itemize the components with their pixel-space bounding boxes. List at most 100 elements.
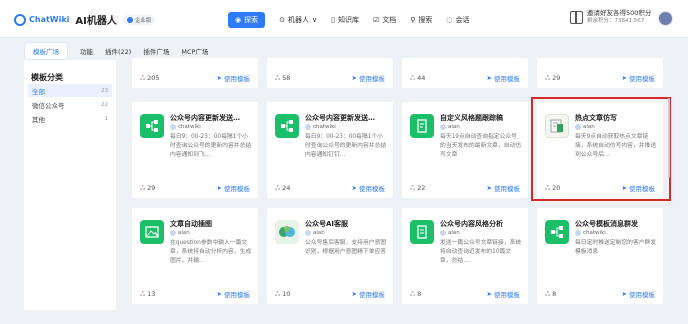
template-card[interactable]: 文章自动插图 alan 在question参数中输入一篇文章，系统将自动分析内容… xyxy=(132,208,258,304)
scrollbar[interactable] xyxy=(668,98,670,178)
use-template-button[interactable]: ➤ 使用模板 xyxy=(487,73,520,83)
tab-plugin-square[interactable]: 插件广场 xyxy=(143,46,169,56)
usage-count: ஃ 58 xyxy=(275,73,291,83)
usage-count: ஃ 13 xyxy=(140,289,156,299)
sidebar-title: 模板分类 xyxy=(31,73,63,82)
nav-knowledge[interactable]: ▯ 知识库 xyxy=(331,15,359,25)
send-icon: ➤ xyxy=(486,290,492,298)
avatar[interactable] xyxy=(658,11,673,26)
sidebar-item-count: 22 xyxy=(101,101,108,108)
send-icon: ➤ xyxy=(351,290,357,298)
template-card[interactable]: ஃ 44 ➤ 使用模板 xyxy=(402,58,528,88)
usage-count: ஃ 24 xyxy=(275,183,291,193)
template-card[interactable]: ஃ 205 ➤ 使用模板 xyxy=(132,58,258,88)
template-card[interactable]: 公众号AI客服 alan 公众号售后客服，支持用户意图识别，根据用户意图精下单应… xyxy=(267,208,393,304)
usage-count: ஃ 10 xyxy=(275,289,291,299)
badge-dot-icon xyxy=(126,16,133,23)
card-description: 每天19点自动查询指定公众号的当天发布的最新文章，自动仿写文章 xyxy=(440,134,522,158)
usage-count: ஃ 22 xyxy=(410,183,426,193)
card-author: alan xyxy=(440,124,460,130)
card-author: chatwiki xyxy=(305,124,336,130)
template-card[interactable]: 公众号内容风格分析 alan 发送一篇公众号文章链接，系统将自动查询近发布的10… xyxy=(402,208,528,304)
card-description: 每日9：00-23：00每隔1个小时查询公众号的更新内容并总结内容通知钉钉… xyxy=(305,134,387,158)
use-template-button[interactable]: ➤ 使用模板 xyxy=(217,289,250,299)
chatwiki-logo-icon xyxy=(14,13,26,26)
card-description: 每日9：00-23：00每隔1个小时查询公众号的更新内容并总结内容通知到飞… xyxy=(170,134,252,158)
badge-label: 企业版 xyxy=(134,17,152,24)
card-author: chatwiki xyxy=(170,124,201,130)
image-icon xyxy=(140,220,164,244)
invite-title: 邀请好友各得500积分 xyxy=(587,9,652,17)
card-title: 自定义风格题跟踪稿 xyxy=(440,114,503,122)
send-icon: ➤ xyxy=(216,184,222,192)
template-card[interactable]: ஃ 29 ➤ 使用模板 xyxy=(537,58,663,88)
template-card[interactable]: 自定义风格题跟踪稿 alan 每天19点自动查询指定公众号的当天发布的最新文章，… xyxy=(402,102,528,198)
use-template-button[interactable]: ➤ 使用模板 xyxy=(487,289,520,299)
compass-icon: ◉ xyxy=(235,16,242,24)
document-edit-icon xyxy=(410,114,434,138)
sidebar-item-count: 23 xyxy=(101,87,108,94)
template-card[interactable]: 公众号模板消息群发 chatwiki 每日定时推送定制您的客户群发模板消息 ஃ8… xyxy=(537,208,663,304)
sidebar-item-all[interactable]: 全部 23 xyxy=(28,84,112,97)
card-author: alan xyxy=(440,230,460,236)
nav-docs[interactable]: ☑ 文档 xyxy=(373,15,396,25)
document-icon xyxy=(410,220,434,244)
send-icon: ➤ xyxy=(486,74,492,82)
tab-mcp-square[interactable]: MCP广场 xyxy=(181,46,208,56)
author-avatar xyxy=(305,124,311,130)
use-template-button[interactable]: ➤ 使用模板 xyxy=(217,73,250,83)
nav-label: 会话 xyxy=(455,16,470,24)
nav-explore[interactable]: ◉ 探索 xyxy=(228,12,266,28)
tab-features[interactable]: 功能 xyxy=(80,46,93,56)
sidebar-item-other[interactable]: 其他 1 xyxy=(28,112,112,125)
users-icon: ஃ xyxy=(410,289,416,298)
nav-chat[interactable]: ◌ 会话 xyxy=(446,15,469,25)
users-icon: ஃ xyxy=(545,73,551,82)
use-template-button[interactable]: ➤ 使用模板 xyxy=(217,183,250,193)
category-sidebar: 模板分类 全部 23 微信公众号 22 其他 1 xyxy=(24,60,116,310)
invite-promo[interactable]: 邀请好友各得500积分 剩余积分：73841.567 xyxy=(570,9,652,24)
top-bar: ChatWiki AI机器人 企业版 ◉ 探索 ⊙ 机器人 ∨ ▯ 知识库 ☑ 文档 ⚲ 搜… xyxy=(0,0,688,38)
robot-icon: ⊙ xyxy=(279,16,285,24)
use-template-button[interactable]: ➤ 使用模板 xyxy=(622,289,655,299)
usage-count: ஃ 29 xyxy=(545,73,561,83)
use-template-button[interactable]: ➤ 使用模板 xyxy=(352,183,385,193)
card-author: alan xyxy=(305,230,325,236)
card-description: 发送一篇公众号文章链接，系统将自动查询近发布的10篇文章，总结… xyxy=(440,240,522,264)
send-icon: ➤ xyxy=(216,74,222,82)
users-icon: ஃ xyxy=(140,73,146,82)
nav-search[interactable]: ⚲ 搜索 xyxy=(410,15,432,25)
users-icon: ஃ xyxy=(410,183,416,192)
highlight-box xyxy=(531,97,671,201)
users-icon: ஃ xyxy=(545,289,551,298)
usage-count: ஃ 44 xyxy=(410,73,426,83)
sidebar-item-wechat[interactable]: 微信公众号 22 xyxy=(28,98,112,111)
sidebar-item-label: 全部 xyxy=(32,87,45,96)
search-icon: ⚲ xyxy=(410,16,416,24)
gift-icon xyxy=(570,10,583,24)
invite-points: 剩余积分：73841.567 xyxy=(587,17,645,24)
use-template-button[interactable]: ➤ 使用模板 xyxy=(487,183,520,193)
main-nav: ◉ 探索 ⊙ 机器人 ∨ ▯ 知识库 ☑ 文档 ⚲ 搜索 ◌ 会话 xyxy=(228,12,470,28)
template-card[interactable]: 公众号内容更新发送… chatwiki 每日9：00-23：00每隔1个小时查询… xyxy=(132,102,258,198)
book-icon: ▯ xyxy=(331,16,335,24)
nav-label: 探索 xyxy=(244,16,259,24)
tab-template-square[interactable]: 模板广场 xyxy=(24,42,68,60)
template-card[interactable]: 公众号内容更新发送… chatwiki 每日9：00-23：00每隔1个小时查询… xyxy=(267,102,393,198)
card-title: 公众号内容风格分析 xyxy=(440,220,503,228)
use-template-button[interactable]: ➤ 使用模板 xyxy=(352,289,385,299)
usage-count: ஃ 205 xyxy=(140,73,160,83)
send-icon: ➤ xyxy=(351,74,357,82)
nav-robot[interactable]: ⊙ 机器人 ∨ xyxy=(279,15,317,25)
send-icon: ➤ xyxy=(621,290,627,298)
tab-plugins[interactable]: 插件(22) xyxy=(105,46,131,56)
use-template-button[interactable]: ➤ 使用模板 xyxy=(622,73,655,83)
ai-brain-icon xyxy=(275,220,299,244)
use-template-button[interactable]: ➤ 使用模板 xyxy=(352,73,385,83)
logo[interactable]: ChatWiki AI机器人 企业版 xyxy=(14,12,156,27)
author-avatar xyxy=(305,230,311,236)
template-card[interactable]: ஃ 58 ➤ 使用模板 xyxy=(267,58,393,88)
users-icon: ஃ xyxy=(410,73,416,82)
document-icon: ☑ xyxy=(372,16,380,24)
card-description: 公众号售后客服，支持用户意图识别，根据用户意图精下单应答 xyxy=(305,240,387,255)
